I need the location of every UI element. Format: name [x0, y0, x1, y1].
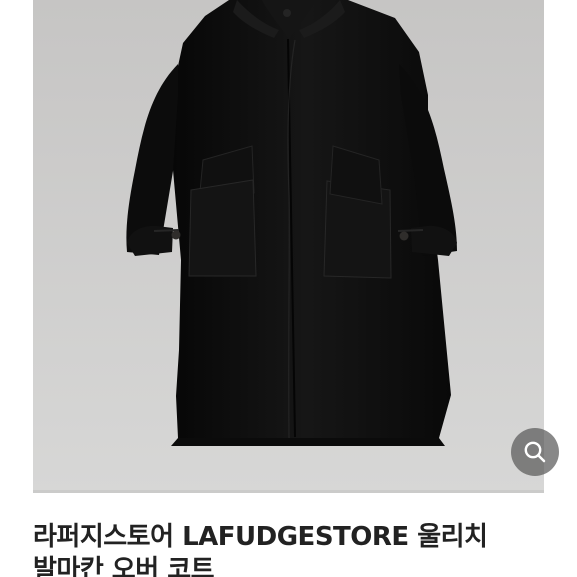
product-detail-screen: 라퍼지스토어 LAFUDGESTORE 울리치 발마칸 오버 코트 — [0, 0, 577, 577]
product-gallery — [0, 0, 577, 493]
zoom-button[interactable] — [511, 428, 559, 476]
product-info: 라퍼지스토어 LAFUDGESTORE 울리치 발마칸 오버 코트 — [0, 493, 577, 577]
magnifier-icon — [524, 441, 546, 463]
coat-photo-illustration — [33, 0, 544, 493]
product-image[interactable] — [33, 0, 544, 493]
product-title: 라퍼지스토어 LAFUDGESTORE 울리치 발마칸 오버 코트 — [33, 522, 488, 577]
